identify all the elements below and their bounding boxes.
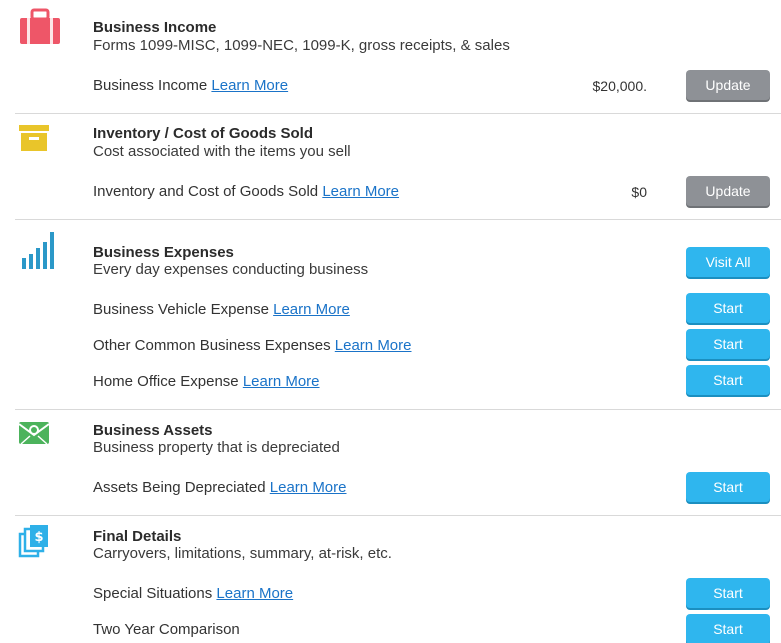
row-two-year-comparison: Two Year Comparison xyxy=(93,621,240,638)
section-title: Business Assets xyxy=(93,422,213,439)
section-business-expenses: Business Expenses Every day expenses con… xyxy=(15,220,781,409)
row-business-income: Business Income Learn More xyxy=(93,77,288,94)
learn-more-link[interactable]: Learn More xyxy=(335,337,412,354)
visit-all-button[interactable]: Visit All xyxy=(686,247,770,277)
start-button[interactable]: Start xyxy=(686,293,770,323)
row-other-common-business-expenses: Other Common Business Expenses Learn Mor… xyxy=(93,337,412,354)
learn-more-link[interactable]: Learn More xyxy=(270,479,347,496)
start-button[interactable]: Start xyxy=(686,329,770,359)
row-special-situations: Special Situations Learn More xyxy=(93,585,293,602)
row-inventory-cogs: Inventory and Cost of Goods Sold Learn M… xyxy=(93,183,399,200)
learn-more-link[interactable]: Learn More xyxy=(216,585,293,602)
archive-box-icon xyxy=(18,124,50,164)
section-inventory: Inventory / Cost of Goods Sold Cost asso… xyxy=(15,114,781,219)
learn-more-link[interactable]: Learn More xyxy=(322,183,399,200)
row-amount: $0 xyxy=(631,184,647,200)
learn-more-link[interactable]: Learn More xyxy=(211,77,288,94)
section-business-assets: Business Assets Business property that i… xyxy=(15,410,781,515)
briefcase-icon xyxy=(18,8,60,48)
section-subtitle: Carryovers, limitations, summary, at-ris… xyxy=(93,545,392,562)
money-envelope-icon xyxy=(18,418,50,458)
start-button[interactable]: Start xyxy=(686,472,770,502)
row-label: Business Vehicle Expense xyxy=(93,301,269,318)
row-home-office-expense: Home Office Expense Learn More xyxy=(93,373,320,390)
row-business-vehicle-expense: Business Vehicle Expense Learn More xyxy=(93,301,350,318)
section-subtitle: Cost associated with the items you sell xyxy=(93,143,351,160)
section-final-details: $ Final Details Carryovers, limitations,… xyxy=(15,516,781,643)
row-label: Assets Being Depreciated xyxy=(93,479,266,496)
section-business-income: Business Income Forms 1099-MISC, 1099-NE… xyxy=(15,0,781,113)
row-label: Other Common Business Expenses xyxy=(93,337,331,354)
section-subtitle: Business property that is depreciated xyxy=(93,439,340,456)
update-button[interactable]: Update xyxy=(686,70,770,100)
row-label: Inventory and Cost of Goods Sold xyxy=(93,183,319,200)
learn-more-link[interactable]: Learn More xyxy=(243,373,320,390)
row-label: Home Office Expense xyxy=(93,373,239,390)
section-subtitle: Forms 1099-MISC, 1099-NEC, 1099-K, gross… xyxy=(93,37,510,54)
start-button[interactable]: Start xyxy=(686,614,770,643)
start-button[interactable]: Start xyxy=(686,578,770,608)
row-assets-being-depreciated: Assets Being Depreciated Learn More xyxy=(93,479,347,496)
start-button[interactable]: Start xyxy=(686,365,770,395)
svg-text:$: $ xyxy=(34,530,43,545)
row-amount: $20,000. xyxy=(592,78,648,94)
row-label: Two Year Comparison xyxy=(93,621,240,638)
stacked-documents-dollar-icon: $ xyxy=(18,524,50,564)
section-subtitle: Every day expenses conducting business xyxy=(93,261,369,278)
bar-chart-icon xyxy=(18,230,54,270)
section-title: Final Details xyxy=(93,528,182,545)
row-label: Special Situations xyxy=(93,585,213,602)
learn-more-link[interactable]: Learn More xyxy=(273,301,350,318)
section-title: Business Income xyxy=(93,19,217,36)
section-title: Inventory / Cost of Goods Sold xyxy=(93,125,314,142)
update-button[interactable]: Update xyxy=(686,176,770,206)
row-label: Business Income xyxy=(93,77,208,94)
section-title: Business Expenses xyxy=(93,244,234,261)
